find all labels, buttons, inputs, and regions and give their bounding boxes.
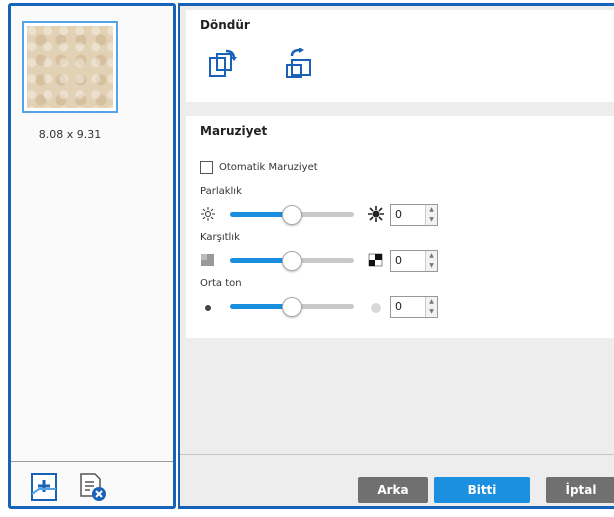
delete-page-icon[interactable] bbox=[77, 472, 107, 502]
done-button[interactable]: Bitti bbox=[434, 477, 530, 503]
sun-high-icon bbox=[368, 206, 384, 222]
midtone-value[interactable]: 0 bbox=[395, 300, 402, 313]
rotate-left-icon[interactable] bbox=[206, 48, 238, 80]
brightness-label: Parlaklık bbox=[200, 186, 242, 197]
chevron-down-icon[interactable]: ▼ bbox=[426, 307, 437, 317]
page-thumbnail[interactable] bbox=[22, 21, 118, 113]
chevron-up-icon[interactable]: ▲ bbox=[426, 205, 437, 215]
brightness-slider[interactable] bbox=[230, 205, 354, 225]
chevron-up-icon[interactable]: ▲ bbox=[426, 297, 437, 307]
brightness-spinbox[interactable]: 0 ▲ ▼ bbox=[390, 204, 438, 226]
settings-panel: Döndür Maruziyet Otomatik Maruziyet Parl… bbox=[178, 3, 614, 509]
midtone-slider-knob[interactable] bbox=[282, 297, 302, 317]
exposure-section: Maruziyet Otomatik Maruziyet Parlaklık 0… bbox=[186, 116, 614, 338]
exposure-title: Maruziyet bbox=[200, 124, 268, 138]
brightness-slider-row: 0 ▲ ▼ bbox=[200, 204, 450, 226]
chevron-down-icon[interactable]: ▼ bbox=[426, 215, 437, 225]
chevron-up-icon[interactable]: ▲ bbox=[426, 251, 437, 261]
cancel-button[interactable]: İptal bbox=[546, 477, 614, 503]
contrast-slider[interactable] bbox=[230, 251, 354, 271]
contrast-value[interactable]: 0 bbox=[395, 254, 402, 267]
brightness-stepper[interactable]: ▲ ▼ bbox=[425, 205, 437, 225]
auto-exposure-label: Otomatik Maruziyet bbox=[219, 162, 318, 173]
auto-exposure-checkbox[interactable] bbox=[200, 161, 213, 174]
dot-dark-icon bbox=[200, 298, 216, 314]
chevron-down-icon[interactable]: ▼ bbox=[426, 261, 437, 271]
contrast-low-icon bbox=[200, 252, 216, 268]
auto-exposure-row[interactable]: Otomatik Maruziyet bbox=[200, 161, 318, 174]
dot-light-icon bbox=[368, 298, 384, 314]
contrast-slider-row: 0 ▲ ▼ bbox=[200, 250, 450, 272]
midtone-spinbox[interactable]: 0 ▲ ▼ bbox=[390, 296, 438, 318]
contrast-stepper[interactable]: ▲ ▼ bbox=[425, 251, 437, 271]
midtone-slider[interactable] bbox=[230, 297, 354, 317]
divider bbox=[11, 461, 173, 462]
midtone-stepper[interactable]: ▲ ▼ bbox=[425, 297, 437, 317]
add-page-icon[interactable] bbox=[29, 472, 59, 502]
contrast-label: Karşıtlık bbox=[200, 232, 240, 243]
midtone-label: Orta ton bbox=[200, 278, 242, 289]
contrast-high-icon bbox=[368, 252, 384, 268]
rotate-title: Döndür bbox=[200, 18, 250, 32]
brightness-value[interactable]: 0 bbox=[395, 208, 402, 221]
footer-bar: Arka Bitti İptal bbox=[180, 454, 614, 506]
sun-low-icon bbox=[200, 206, 216, 222]
thumbnail-image bbox=[27, 26, 113, 108]
rotate-section: Döndür bbox=[186, 10, 614, 102]
contrast-slider-knob[interactable] bbox=[282, 251, 302, 271]
page-dimensions: 8.08 x 9.31 bbox=[38, 128, 102, 141]
rotate-right-icon[interactable] bbox=[282, 47, 314, 80]
back-button[interactable]: Arka bbox=[358, 477, 428, 503]
contrast-spinbox[interactable]: 0 ▲ ▼ bbox=[390, 250, 438, 272]
brightness-slider-knob[interactable] bbox=[282, 205, 302, 225]
page-list-panel: 8.08 x 9.31 bbox=[8, 3, 176, 509]
midtone-slider-row: 0 ▲ ▼ bbox=[200, 296, 450, 318]
